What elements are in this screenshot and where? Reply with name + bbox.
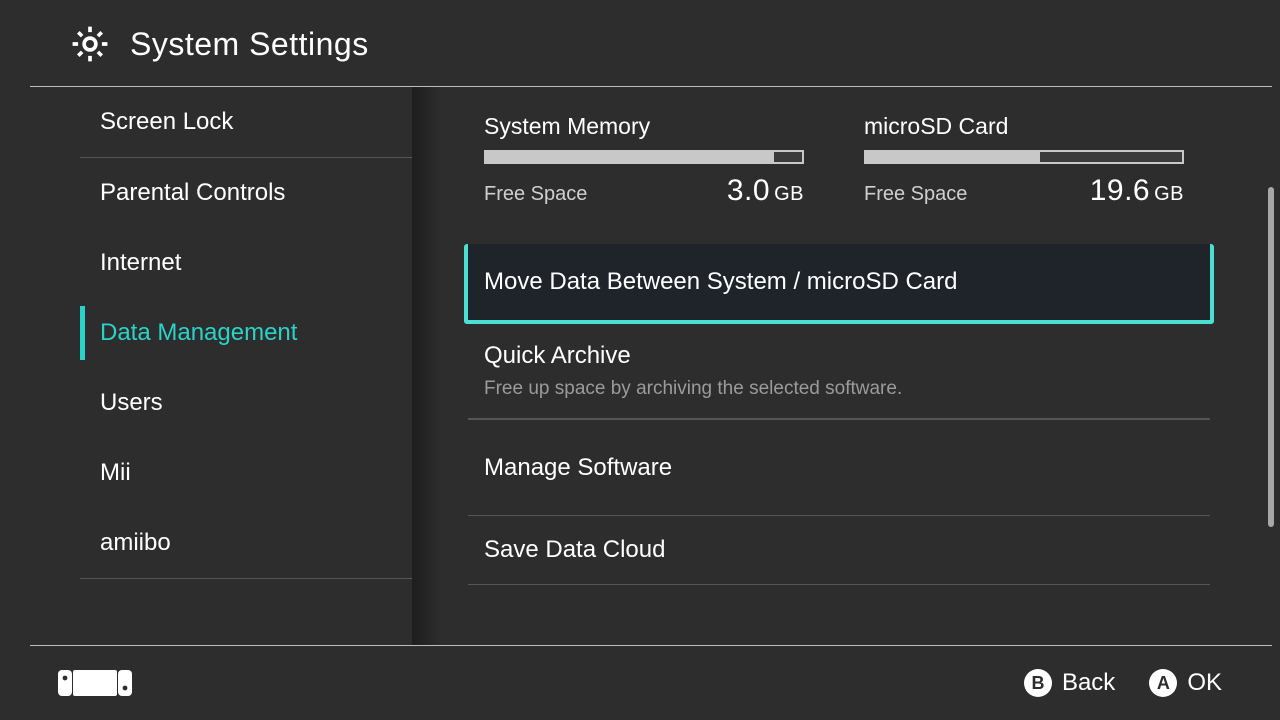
sidebar-item-internet[interactable]: Internet [80,228,412,298]
option-move-data[interactable]: Move Data Between System / microSD Card [464,244,1214,324]
storage-system-memory: System Memory Free Space 3.0GB [484,113,804,208]
settings-screen: System Settings Screen Lock Parental Con… [0,0,1280,720]
main-panel: System Memory Free Space 3.0GB microSD C… [412,87,1280,645]
storage-bar-fill [866,152,1040,162]
sidebar-item-label: Internet [100,249,181,277]
body: Screen Lock Parental Controls Internet D… [0,87,1280,645]
ok-button[interactable]: A OK [1149,669,1222,697]
option-label: Save Data Cloud [484,536,665,564]
sidebar-item-label: Data Management [100,319,297,347]
page-title: System Settings [130,26,369,63]
sidebar-item-label: Screen Lock [100,108,233,136]
storage-meta: Free Space 3.0GB [484,174,804,208]
storage-row: System Memory Free Space 3.0GB microSD C… [468,113,1210,208]
scrollbar-thumb[interactable] [1268,187,1274,527]
storage-value: 19.6GB [1090,174,1184,208]
option-label: Quick Archive [484,342,631,370]
storage-title: System Memory [484,113,804,140]
sidebar-item-label: Parental Controls [100,179,285,207]
b-button-icon: B [1024,669,1052,697]
sidebar-item-label: Users [100,389,163,417]
sidebar: Screen Lock Parental Controls Internet D… [0,87,412,645]
sidebar-item-mii[interactable]: Mii [80,438,412,508]
storage-bar-sd [864,150,1184,164]
gear-icon [68,22,112,66]
sidebar-item-users[interactable]: Users [80,368,412,438]
footer-buttons: B Back A OK [1024,669,1222,697]
storage-bar-fill [486,152,774,162]
option-list: Move Data Between System / microSD Card … [468,244,1210,585]
storage-microsd: microSD Card Free Space 19.6GB [864,113,1184,208]
storage-meta: Free Space 19.6GB [864,174,1184,208]
storage-title: microSD Card [864,113,1184,140]
option-quick-archive-description: Free up space by archiving the selected … [468,378,1210,419]
sidebar-item-data-management[interactable]: Data Management [80,298,412,368]
option-label: Manage Software [484,454,672,482]
sidebar-item-amiibo[interactable]: amiibo [80,508,412,578]
option-save-data-cloud[interactable]: Save Data Cloud [468,515,1210,585]
free-space-label: Free Space [484,183,587,206]
option-quick-archive[interactable]: Quick Archive [468,324,1210,378]
option-label: Move Data Between System / microSD Card [484,268,958,296]
ok-label: OK [1187,669,1222,697]
divider [80,578,412,579]
a-button-icon: A [1149,669,1177,697]
option-manage-software[interactable]: Manage Software [468,419,1210,515]
back-label: Back [1062,669,1115,697]
header: System Settings [0,12,1280,86]
sidebar-item-parental-controls[interactable]: Parental Controls [80,158,412,228]
sidebar-item-label: Mii [100,459,131,487]
free-space-label: Free Space [864,183,967,206]
footer: B Back A OK [0,646,1280,720]
back-button[interactable]: B Back [1024,669,1115,697]
storage-value: 3.0GB [727,174,804,208]
sidebar-item-screen-lock[interactable]: Screen Lock [80,87,412,157]
sidebar-item-label: amiibo [100,529,171,557]
controller-icon [58,668,132,698]
storage-bar-system [484,150,804,164]
